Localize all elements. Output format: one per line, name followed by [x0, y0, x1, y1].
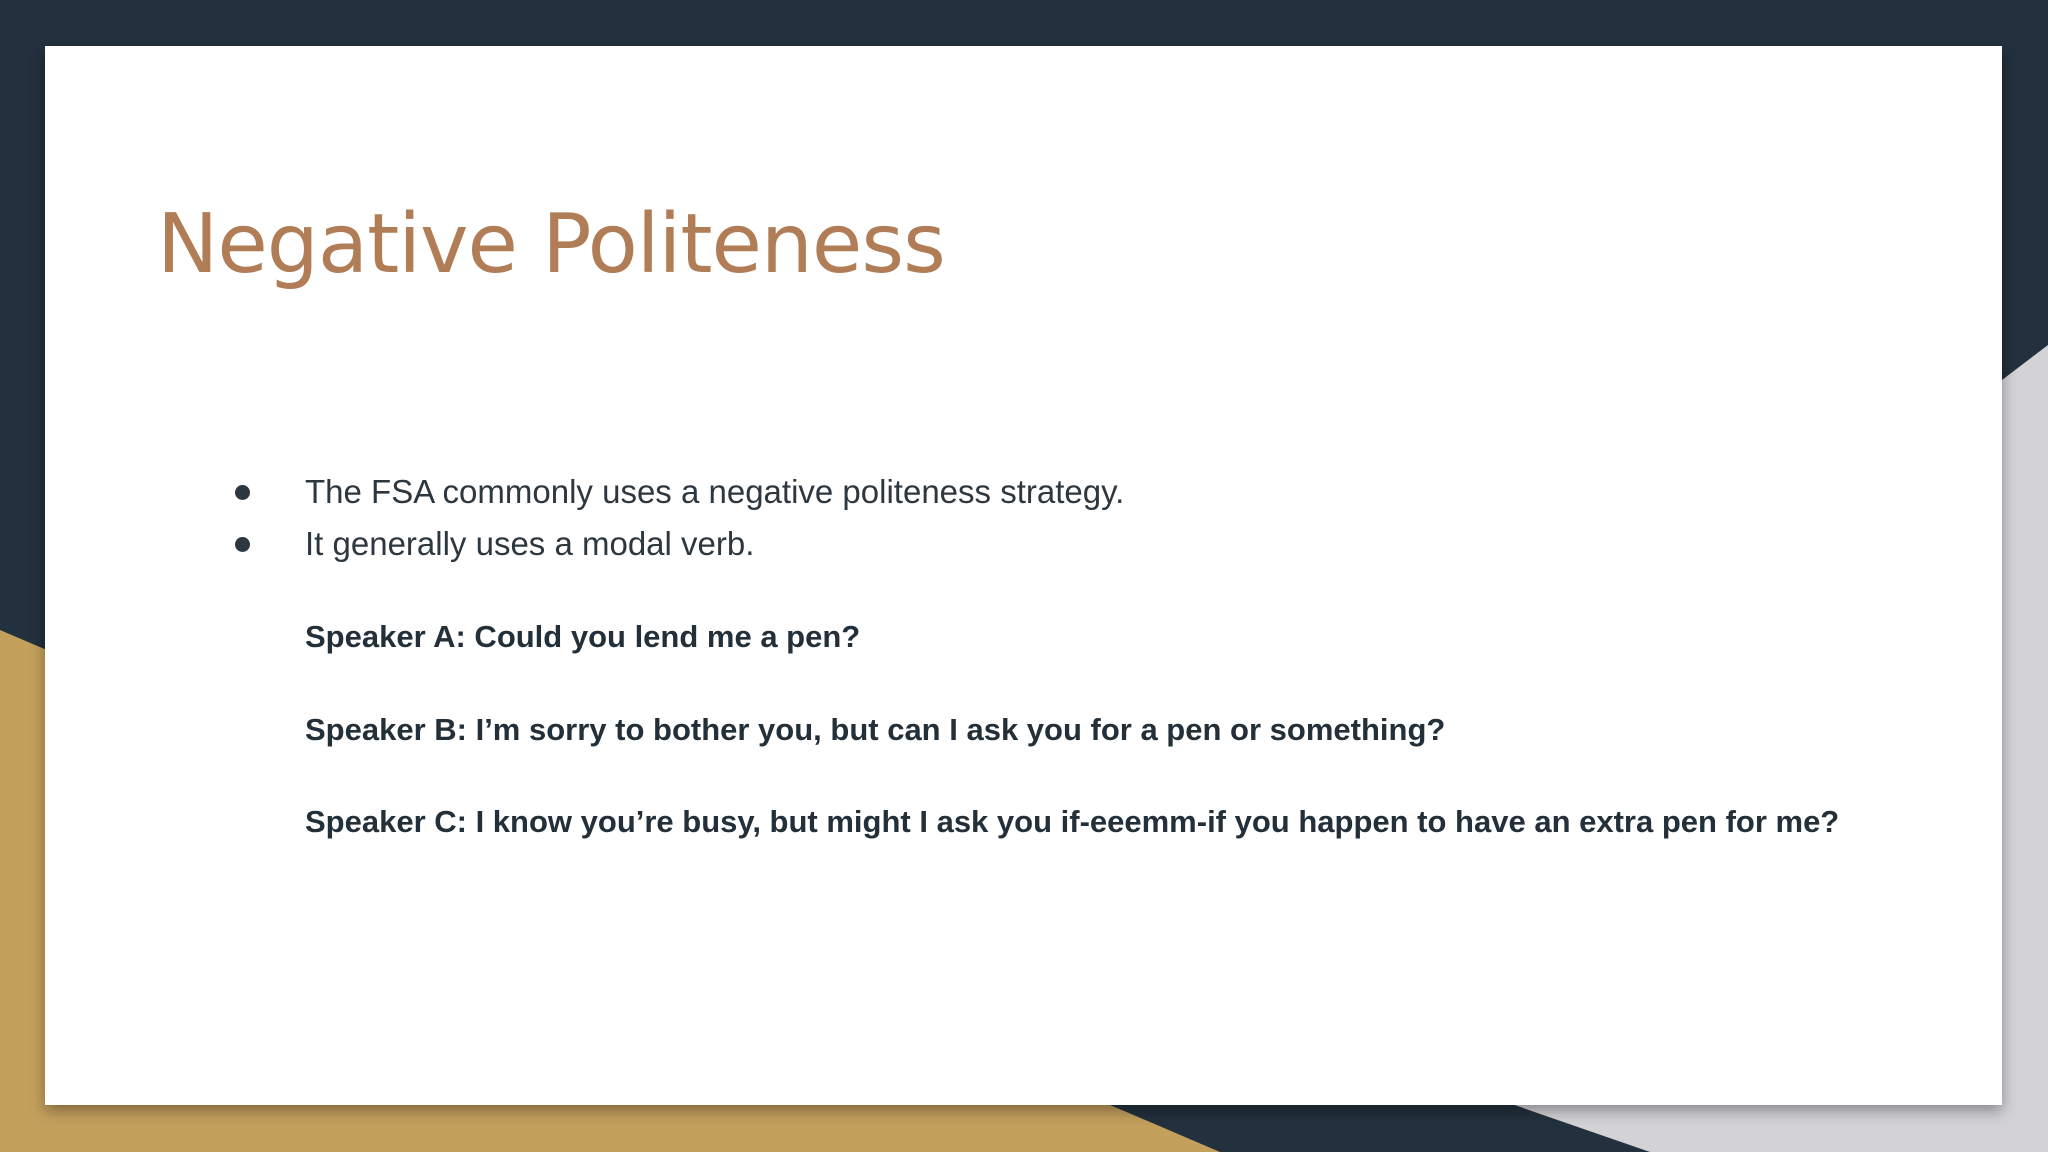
bullet-dot-icon: [235, 485, 250, 500]
slide-title: Negative Politeness: [157, 197, 946, 292]
bullet-text: The FSA commonly uses a negative politen…: [305, 473, 1125, 510]
example-speaker-a: Speaker A: Could you lend me a pen?: [305, 619, 861, 654]
example-speaker-c: Speaker C: I know you’re busy, but might…: [305, 804, 1840, 839]
bullet-dot-icon: [235, 537, 250, 552]
bullet-text: It generally uses a modal verb.: [305, 525, 755, 562]
example-speaker-b: Speaker B: I’m sorry to bother you, but …: [305, 712, 1446, 747]
